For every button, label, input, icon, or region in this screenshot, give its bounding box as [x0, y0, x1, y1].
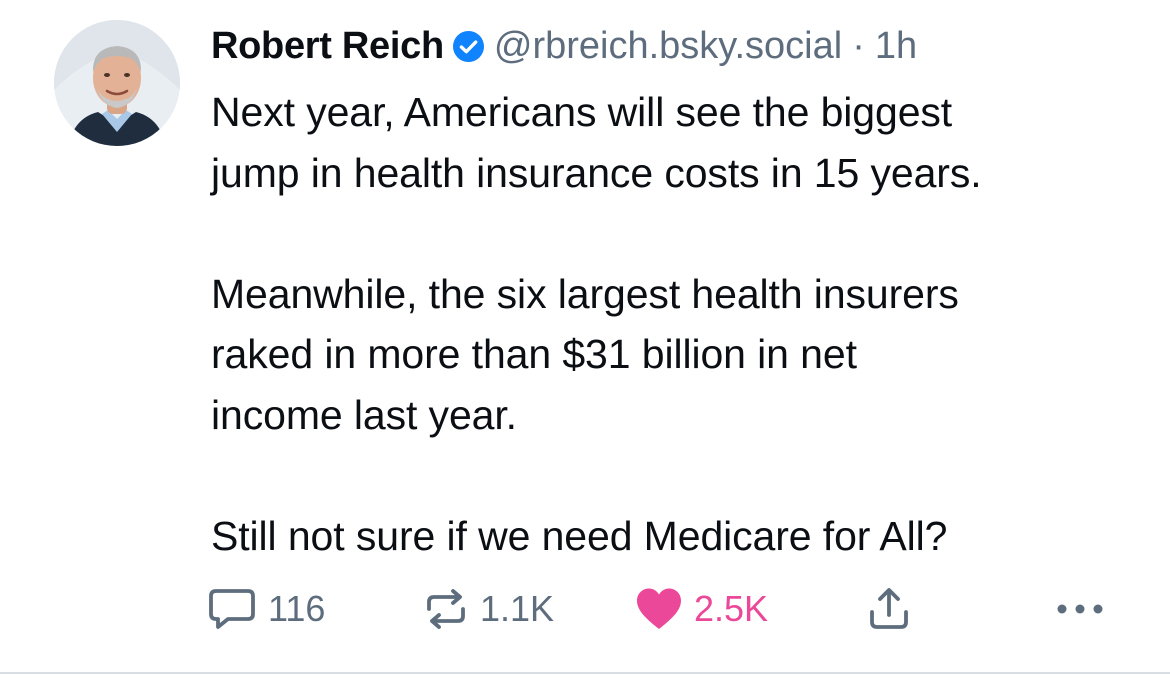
post-paragraph: Next year, Americans will see the bigges…	[211, 89, 982, 196]
reply-count: 116	[268, 588, 326, 629]
author-avatar[interactable]	[54, 20, 180, 146]
post-timestamp[interactable]: 1h	[875, 20, 917, 72]
header-separator: ·	[852, 25, 865, 67]
like-count: 2.5K	[694, 588, 769, 629]
heart-icon	[635, 587, 683, 631]
avatar-photo	[54, 20, 180, 146]
verified-check-icon[interactable]	[452, 30, 484, 62]
post-header: Robert Reich @rbreich.bsky.social · 1h	[211, 20, 917, 72]
repost-count: 1.1K	[480, 588, 555, 629]
post-text: Next year, Americans will see the bigges…	[211, 82, 1131, 566]
author-display-name[interactable]: Robert Reich	[211, 20, 444, 72]
like-button[interactable]: 2.5K	[635, 582, 768, 636]
post-divider	[0, 672, 1170, 674]
share-upload-icon	[867, 586, 911, 632]
more-options-button[interactable]	[1055, 582, 1105, 636]
more-dots-icon	[1055, 602, 1105, 616]
post-card[interactable]: Robert Reich @rbreich.bsky.social · 1h N…	[0, 0, 1170, 672]
reply-button[interactable]: 116	[207, 582, 325, 636]
post-paragraph: Still not sure if we need Medicare for A…	[211, 512, 948, 559]
repost-button[interactable]: 1.1K	[423, 582, 554, 636]
reply-bubble-icon	[207, 587, 257, 631]
repost-arrows-icon	[423, 587, 469, 631]
post-actions: 116 1.1K 2.5K	[207, 582, 1112, 636]
share-button[interactable]	[867, 582, 911, 636]
author-handle[interactable]: @rbreich.bsky.social	[494, 20, 842, 72]
post-paragraph: Meanwhile, the six largest health insure…	[211, 270, 959, 438]
